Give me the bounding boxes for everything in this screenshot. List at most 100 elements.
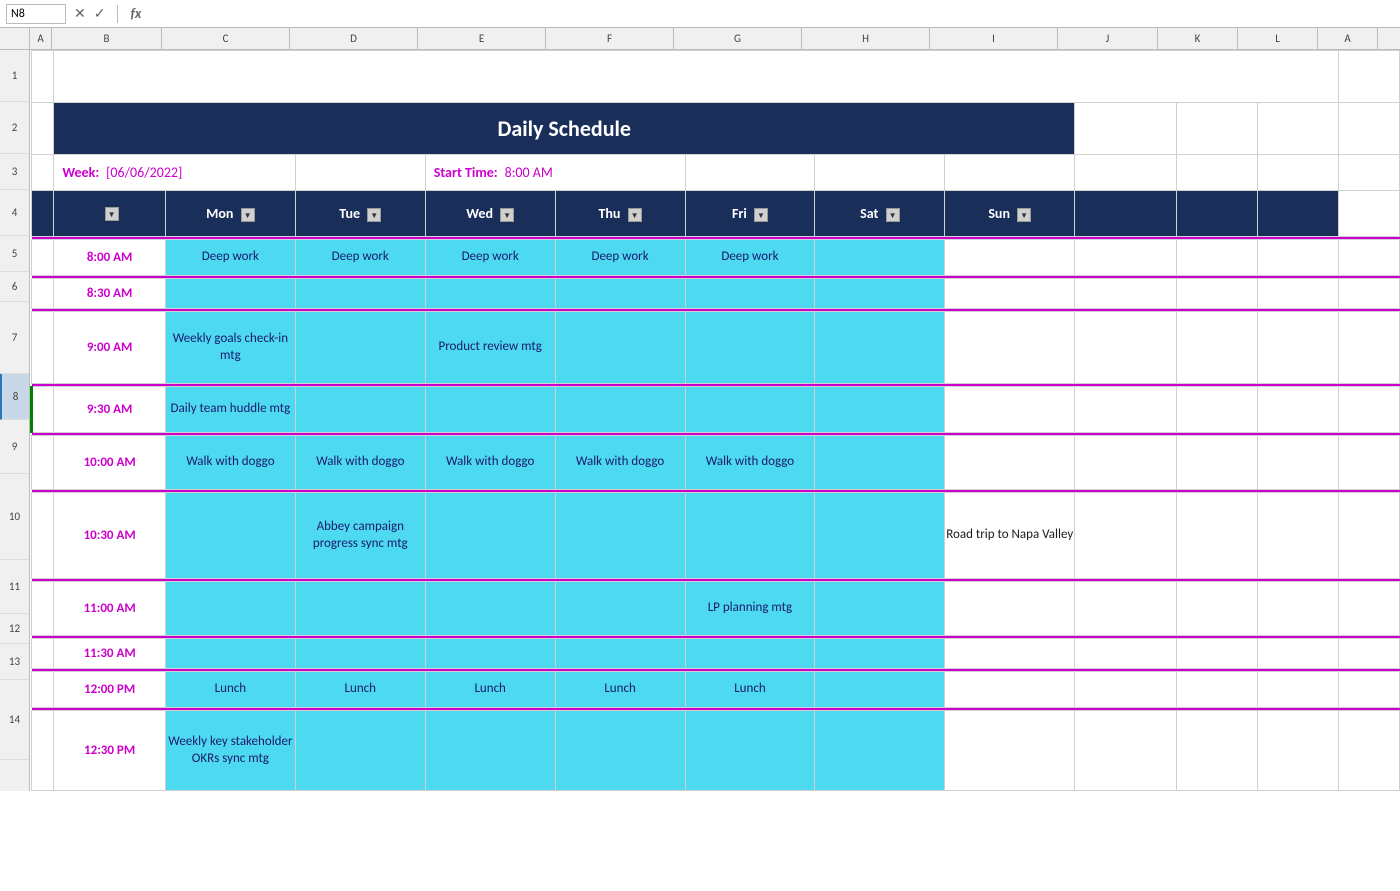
col-header-f[interactable]: F: [546, 28, 674, 49]
wed-filter-btn[interactable]: ▼: [500, 208, 514, 222]
time-1200[interactable]: 12:00 PM: [54, 672, 166, 708]
cell-k14: [1176, 711, 1257, 791]
row-num-1[interactable]: 1: [0, 50, 29, 102]
sun-filter-btn[interactable]: ▼: [1017, 208, 1031, 222]
time-800[interactable]: 8:00 AM: [54, 240, 166, 276]
cell-j14: [1075, 711, 1176, 791]
cell-reference[interactable]: N8: [6, 4, 66, 24]
event-tue-1030[interactable]: Abbey campaign progress sync mtg: [295, 493, 425, 579]
row-num-11[interactable]: 11: [0, 560, 29, 614]
event-thu-1200[interactable]: Lunch: [555, 672, 685, 708]
row-num-8[interactable]: 8: [0, 374, 29, 420]
col-header-extra[interactable]: A: [1318, 28, 1378, 49]
event-fri-1230: [685, 711, 815, 791]
cell-l5: [1257, 240, 1338, 276]
event-wed-1000[interactable]: Walk with doggo: [425, 436, 555, 490]
cell-a10: [32, 493, 54, 579]
event-wed-830: [425, 279, 555, 309]
cancel-icon[interactable]: ✕: [74, 5, 86, 22]
row-num-6[interactable]: 6: [0, 272, 29, 302]
event-fri-1000[interactable]: Walk with doggo: [685, 436, 815, 490]
time-filter-btn[interactable]: ▼: [105, 207, 119, 221]
row-num-10[interactable]: 10: [0, 474, 29, 560]
cell-k10: [1176, 493, 1257, 579]
event-fri-800[interactable]: Deep work: [685, 240, 815, 276]
cell-a14: [32, 711, 54, 791]
time-930[interactable]: 9:30 AM: [54, 387, 166, 433]
header-fri: Fri ▼: [685, 191, 815, 237]
cell-j8: [1075, 387, 1176, 433]
col-header-c[interactable]: C: [162, 28, 290, 49]
event-sat-1000: [815, 436, 945, 490]
cell-l11: [1257, 582, 1338, 636]
time-900[interactable]: 9:00 AM: [54, 312, 166, 384]
event-sat-900: [815, 312, 945, 384]
event-wed-900[interactable]: Product review mtg: [425, 312, 555, 384]
function-icon[interactable]: fx: [130, 5, 141, 22]
header-sun: Sun ▼: [945, 191, 1075, 237]
col-header-k[interactable]: K: [1158, 28, 1238, 49]
row-num-14[interactable]: 14: [0, 680, 29, 760]
time-830[interactable]: 8:30 AM: [54, 279, 166, 309]
row-num-9[interactable]: 9: [0, 420, 29, 474]
mon-filter-btn[interactable]: ▼: [241, 208, 255, 222]
col-header-d[interactable]: D: [290, 28, 418, 49]
cell-j7: [1075, 312, 1176, 384]
event-thu-800[interactable]: Deep work: [555, 240, 685, 276]
time-1000[interactable]: 10:00 AM: [54, 436, 166, 490]
event-wed-1230: [425, 711, 555, 791]
event-tue-800[interactable]: Deep work: [295, 240, 425, 276]
time-1230[interactable]: 12:30 PM: [54, 711, 166, 791]
row-num-2[interactable]: 2: [0, 102, 29, 154]
event-mon-800[interactable]: Deep work: [165, 240, 295, 276]
event-mon-900[interactable]: Weekly goals check-in mtg: [165, 312, 295, 384]
col-header-g[interactable]: G: [674, 28, 802, 49]
col-header-e[interactable]: E: [418, 28, 546, 49]
cell-j9: [1075, 436, 1176, 490]
time-1030[interactable]: 10:30 AM: [54, 493, 166, 579]
spreadsheet-area: 1 2 3 4 5 6 7 8 9 10 11 12 13 14: [0, 50, 1400, 791]
event-fri-1200[interactable]: Lunch: [685, 672, 815, 708]
event-sun-1130: [945, 639, 1075, 669]
event-mon-1200[interactable]: Lunch: [165, 672, 295, 708]
cell-k12: [1176, 639, 1257, 669]
row-num-4[interactable]: 4: [0, 190, 29, 236]
event-sun-1030[interactable]: Road trip to Napa Valley: [945, 493, 1075, 579]
formula-input[interactable]: [149, 4, 1394, 23]
event-sat-1230: [815, 711, 945, 791]
row-num-7[interactable]: 7: [0, 302, 29, 374]
event-thu-1000[interactable]: Walk with doggo: [555, 436, 685, 490]
column-headers: A B C D E F G H I J K L A: [0, 28, 1400, 50]
thu-filter-btn[interactable]: ▼: [628, 208, 642, 222]
event-tue-1000[interactable]: Walk with doggo: [295, 436, 425, 490]
col-header-h[interactable]: H: [802, 28, 930, 49]
cell-l10: [1257, 493, 1338, 579]
event-mon-1230[interactable]: Weekly key stakeholder OKRs sync mtg: [165, 711, 295, 791]
row-num-5[interactable]: 5: [0, 236, 29, 272]
col-header-i[interactable]: I: [930, 28, 1058, 49]
col-header-a[interactable]: A: [30, 28, 52, 49]
col-header-b[interactable]: B: [52, 28, 162, 49]
event-mon-1000[interactable]: Walk with doggo: [165, 436, 295, 490]
event-wed-800[interactable]: Deep work: [425, 240, 555, 276]
row-num-13[interactable]: 13: [0, 644, 29, 680]
event-wed-1100: [425, 582, 555, 636]
start-time-value: 8:00 AM: [505, 164, 553, 181]
cell-a1: [32, 51, 54, 103]
time-1130[interactable]: 11:30 AM: [54, 639, 166, 669]
fri-filter-btn[interactable]: ▼: [754, 208, 768, 222]
event-fri-1100[interactable]: LP planning mtg: [685, 582, 815, 636]
col-header-j[interactable]: J: [1058, 28, 1158, 49]
sat-filter-btn[interactable]: ▼: [886, 208, 900, 222]
row-num-12[interactable]: 12: [0, 614, 29, 644]
event-tue-1200[interactable]: Lunch: [295, 672, 425, 708]
cell-l12: [1257, 639, 1338, 669]
tue-filter-btn[interactable]: ▼: [367, 208, 381, 222]
col-header-l[interactable]: L: [1238, 28, 1318, 49]
event-sun-900: [945, 312, 1075, 384]
confirm-icon[interactable]: ✓: [94, 5, 106, 22]
row-num-3[interactable]: 3: [0, 154, 29, 190]
time-1100[interactable]: 11:00 AM: [54, 582, 166, 636]
event-wed-1200[interactable]: Lunch: [425, 672, 555, 708]
event-mon-930[interactable]: Daily team huddle mtg: [165, 387, 295, 433]
